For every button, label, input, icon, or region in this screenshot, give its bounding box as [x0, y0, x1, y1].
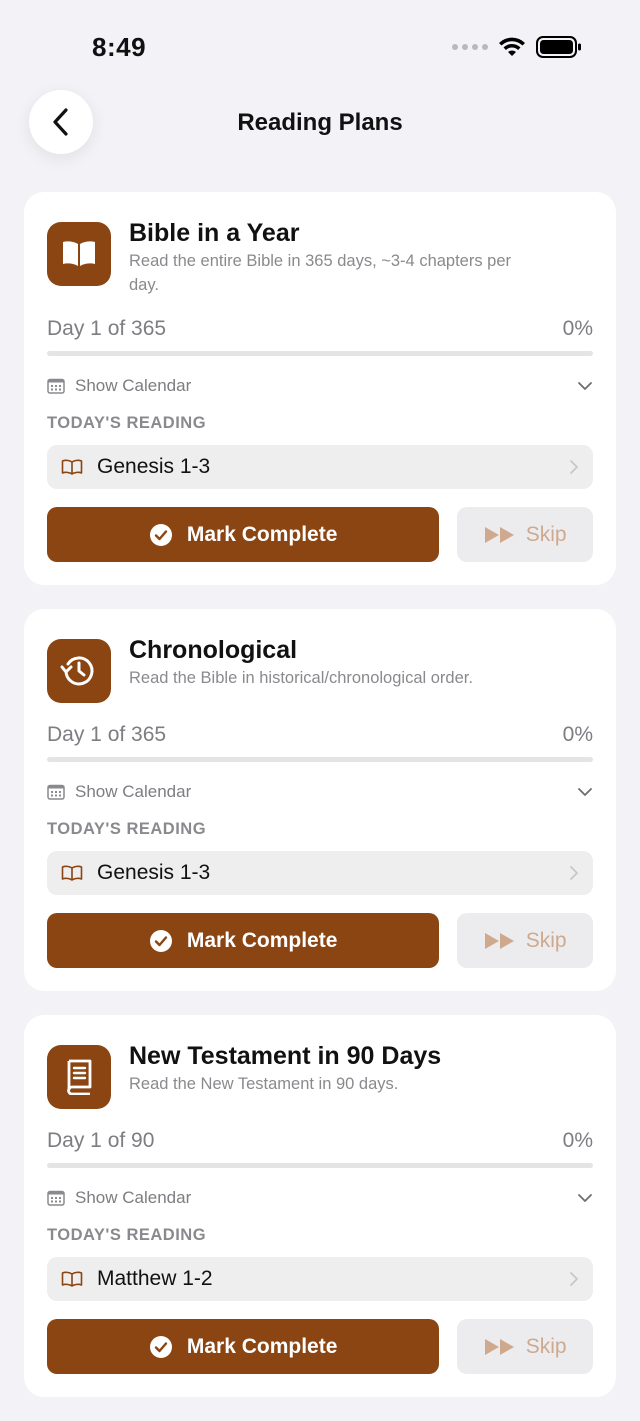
show-calendar-label: Show Calendar [75, 376, 192, 395]
show-calendar-label: Show Calendar [75, 1188, 192, 1207]
plan-percent: 0% [562, 723, 593, 746]
show-calendar-toggle[interactable]: Show Calendar [47, 782, 593, 802]
skip-button[interactable]: Skip [457, 1319, 593, 1374]
mark-complete-label: Mark Complete [186, 928, 338, 952]
chevron-down-icon [577, 381, 593, 391]
todays-reading-label: TODAY'S READING [47, 820, 207, 838]
status-time: 8:49 [92, 32, 147, 62]
todays-reading-item[interactable]: Genesis 1-3 [47, 851, 593, 895]
fast-forward-icon [484, 932, 514, 949]
fast-forward-icon [484, 526, 514, 543]
book-outline-icon [61, 865, 83, 881]
chevron-right-icon [569, 1271, 579, 1287]
chevron-down-icon [577, 1193, 593, 1203]
nav-bar: Reading Plans [0, 90, 640, 156]
plan-description: Read the entire Bible in 365 days, ~3-4 … [129, 252, 512, 294]
plan-title: New Testament in 90 Days [129, 1042, 442, 1070]
todays-reading-label: TODAY'S READING [47, 1226, 207, 1244]
calendar-icon [47, 784, 65, 800]
show-calendar-toggle[interactable]: Show Calendar [47, 376, 593, 396]
plan-day-progress: Day 1 of 365 [47, 723, 167, 746]
todays-reading-item[interactable]: Matthew 1-2 [47, 1257, 593, 1301]
plan-card-new-testament-90: New Testament in 90 Days Read the New Te… [24, 1015, 616, 1397]
open-book-icon [47, 222, 111, 286]
chevron-right-icon [569, 459, 579, 475]
chevron-right-icon [569, 865, 579, 881]
mark-complete-button[interactable]: Mark Complete [47, 1319, 440, 1374]
reading-passage: Genesis 1-3 [97, 861, 211, 884]
fast-forward-icon [484, 1338, 514, 1355]
checkmark-circle-icon [149, 929, 172, 952]
status-icons [452, 36, 582, 58]
calendar-icon [47, 1190, 65, 1206]
skip-button[interactable]: Skip [457, 507, 593, 562]
book-outline-icon [61, 1271, 83, 1287]
reading-passage: Genesis 1-3 [97, 455, 211, 478]
mark-complete-button[interactable]: Mark Complete [47, 507, 440, 562]
progress-bar [47, 1163, 593, 1168]
closed-book-icon [47, 1045, 111, 1109]
history-clock-icon [47, 639, 111, 703]
wifi-icon [499, 37, 525, 56]
battery-icon [536, 36, 581, 58]
plan-description: Read the Bible in historical/chronologic… [129, 669, 473, 687]
progress-bar [47, 351, 593, 356]
plan-title: Bible in a Year [129, 219, 300, 247]
checkmark-circle-icon [149, 1335, 172, 1358]
show-calendar-toggle[interactable]: Show Calendar [47, 1188, 593, 1208]
plan-description: Read the New Testament in 90 days. [129, 1075, 399, 1093]
show-calendar-label: Show Calendar [75, 782, 192, 801]
page-title: Reading Plans [237, 109, 403, 136]
mark-complete-button[interactable]: Mark Complete [47, 913, 440, 968]
todays-reading-label: TODAY'S READING [47, 414, 207, 432]
checkmark-circle-icon [149, 523, 172, 546]
plan-card-bible-in-a-year: Bible in a Year Read the entire Bible in… [24, 192, 616, 585]
chevron-down-icon [577, 787, 593, 797]
mark-complete-label: Mark Complete [186, 522, 338, 546]
plan-card-chronological: Chronological Read the Bible in historic… [24, 609, 616, 991]
status-bar: 8:49 [0, 0, 640, 90]
plan-percent: 0% [562, 317, 593, 340]
plan-title: Chronological [129, 636, 298, 664]
plan-day-progress: Day 1 of 90 [47, 1129, 155, 1152]
calendar-icon [47, 378, 65, 394]
plan-day-progress: Day 1 of 365 [47, 317, 167, 340]
progress-bar [47, 757, 593, 762]
plans-list: Bible in a Year Read the entire Bible in… [24, 192, 616, 1421]
mark-complete-label: Mark Complete [186, 1334, 338, 1358]
cellular-signal-icon [452, 44, 488, 50]
skip-label: Skip [525, 522, 567, 546]
book-outline-icon [61, 459, 83, 475]
skip-label: Skip [525, 928, 567, 952]
plan-percent: 0% [562, 1129, 593, 1152]
todays-reading-item[interactable]: Genesis 1-3 [47, 445, 593, 489]
reading-passage: Matthew 1-2 [97, 1267, 213, 1290]
skip-button[interactable]: Skip [457, 913, 593, 968]
skip-label: Skip [525, 1334, 567, 1358]
